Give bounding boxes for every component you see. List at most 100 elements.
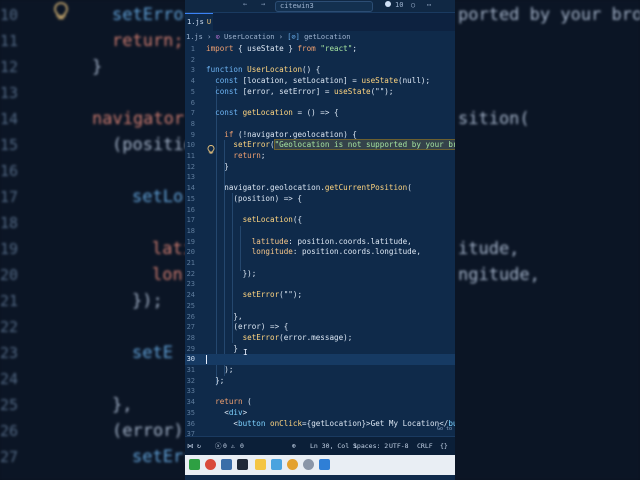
code-token: latitude [206,236,289,246]
code-line[interactable]: 8 [185,119,455,130]
code-line[interactable]: 33 [185,386,455,397]
code-token: setError [206,332,280,342]
code-line[interactable]: 32 }; [185,376,455,387]
background-line-number: 25 [0,396,19,414]
browser-icon[interactable] [287,459,298,470]
code-line[interactable]: 23 [185,279,455,290]
code-line[interactable]: 26 }, [185,312,455,323]
background-line-code: return; [112,28,184,54]
active-code-line[interactable]: 30 [185,354,455,365]
warning-count[interactable]: 0 [240,437,244,455]
indentation[interactable]: Spaces: 2 [353,437,388,455]
code-editor[interactable]: 1 import { useState } from "react"; 2 3 func… [185,44,455,438]
code-line[interactable]: 22 }); [185,269,455,280]
copilot-icon[interactable] [385,1,391,7]
account-icon[interactable]: ○ [411,0,415,11]
breadcrumb-file[interactable]: 1.js [186,33,203,41]
language-icon[interactable]: {} [440,437,448,455]
remote-icon[interactable]: ⋈ [187,437,194,455]
code-line[interactable]: 15 (position) => { [185,194,455,205]
notification-count[interactable]: 10 [395,0,403,11]
code-line[interactable]: 28 setError(error.message); [185,333,455,344]
code-line[interactable]: 25 [185,301,455,312]
code-token: onClick [270,418,303,428]
line-number: 29 [186,344,195,353]
lightbulb-icon[interactable] [207,140,215,154]
code-token: function [206,65,248,75]
code-line[interactable]: 4 const [location, setLocation] = useSta… [185,76,455,87]
code-line[interactable]: 20 longitude: position.coords.longitude, [185,247,455,258]
cursor-position[interactable]: Ln 30, Col 1 [310,437,357,455]
code-line[interactable]: 19 latitude: position.coords.latitude, [185,237,455,248]
code-token: ); [206,365,234,374]
code-line[interactable]: 21 [185,258,455,269]
code-token: "react" [320,44,353,53]
code-line[interactable]: 11 return; [185,151,455,162]
line-code: if (!navigator.geolocation) { [206,130,357,141]
code-line[interactable]: 35 <div> [185,408,455,419]
code-line[interactable]: 13 [185,172,455,183]
code-line[interactable]: 31 ); [185,365,455,376]
code-token: ={getLocation}>Get My Location</ [302,418,449,428]
tab-1-js[interactable]: 1.js U [185,13,213,31]
code-token: return; [112,31,184,51]
zoom-icon[interactable]: ⊕ [292,437,296,455]
sync-icon[interactable]: ↻ [197,437,201,455]
command-center-search[interactable]: citewin3 [275,1,373,12]
code-line[interactable]: 16 [185,205,455,216]
code-line[interactable]: 5 const [error, setError] = useState("")… [185,87,455,98]
code-token: geolocation [292,129,344,139]
code-line[interactable]: 7 const getLocation = () => { [185,108,455,119]
chevron-right-icon: › [278,33,288,41]
code-token: div [228,407,243,417]
code-token: ( [407,183,412,193]
code-line[interactable]: 2 [185,55,455,66]
back-arrow-icon[interactable]: ← [243,0,247,8]
widgets-icon[interactable] [189,459,200,470]
line-code: <div> [206,408,247,419]
code-token: : position.coords.latitude, [288,236,412,246]
line-code: longitude: position.coords.longitude, [206,247,421,258]
code-line[interactable]: 1 import { useState } from "react"; [185,44,455,55]
code-line[interactable]: 14 navigator.geolocation.getCurrentPosit… [185,183,455,194]
code-line[interactable]: 10 setError("Geolocation is not supporte… [185,139,455,151]
app-icon[interactable] [221,459,232,470]
encoding[interactable]: UTF-8 [389,437,409,455]
chrome-icon[interactable] [205,459,216,470]
settings-icon[interactable] [303,459,314,470]
search-text: citewin3 [280,2,314,10]
code-line[interactable]: 17 setLocation({ [185,215,455,226]
breadcrumb-component[interactable]: UserLocation [224,33,275,41]
error-count[interactable]: 0 [223,437,227,455]
line-code: function UserLocation() { [206,65,320,76]
code-line[interactable]: 3 function UserLocation() { [185,65,455,76]
code-line[interactable]: 24 setError(""); [185,290,455,301]
line-number: 20 [186,248,195,257]
component-icon: ⊙ [215,33,220,41]
line-ending[interactable]: CRLF [417,437,433,455]
code-token: import [206,44,239,53]
code-line[interactable]: 12 } [185,162,455,173]
code-line[interactable]: 27 (error) => { [185,322,455,333]
code-line[interactable]: 36 <button onClick={getLocation}>Get My … [185,419,455,430]
background-lightbulb-icon [52,2,70,22]
background-line-number: 26 [0,422,19,440]
code-line[interactable]: 9 if (!navigator.geolocation) { [185,130,455,141]
code-token: (error.message); [279,332,353,342]
forward-arrow-icon[interactable]: → [261,0,265,8]
file-explorer-icon[interactable] [255,459,266,470]
tab-label: 1.js [187,18,204,26]
vscode-icon[interactable] [319,459,330,470]
goto-hint[interactable]: Go to [437,426,452,432]
photos-icon[interactable] [271,459,282,470]
background-line-number: 17 [0,188,19,206]
breadcrumb-member[interactable]: getLocation [304,33,350,41]
terminal-icon[interactable] [237,459,248,470]
code-line[interactable]: 6 [185,98,455,109]
code-token: } [92,57,103,77]
code-line[interactable]: 34 return ( [185,397,455,408]
code-line[interactable]: 18 [185,226,455,237]
code-line[interactable]: 29 } [185,344,455,355]
background-code-fragment: ngitude, [458,265,540,285]
more-icon[interactable]: ⋯ [427,0,431,11]
